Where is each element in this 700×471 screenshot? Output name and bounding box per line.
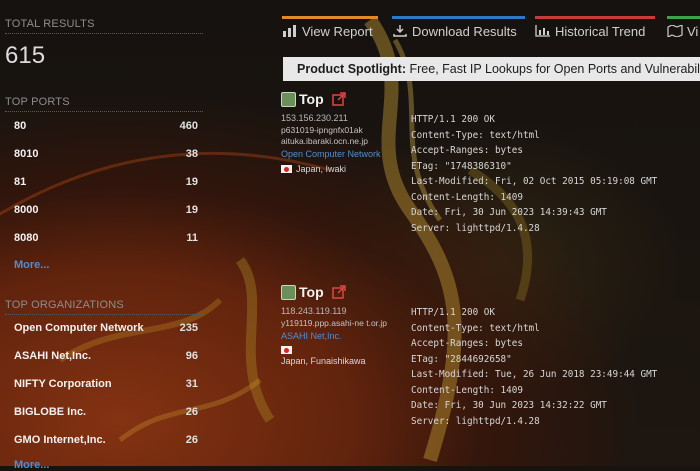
external-link-icon[interactable] xyxy=(332,92,346,106)
total-results-value: 615 xyxy=(5,42,45,70)
facet-port-8000[interactable]: 800019 xyxy=(14,204,198,222)
top-ports-title: TOP PORTS xyxy=(5,96,203,112)
facet-port-8010[interactable]: 801038 xyxy=(14,148,198,166)
ports-more-link[interactable]: More... xyxy=(14,259,49,271)
result-banner: HTTP/1.1 200 OK Content-Type: text/html … xyxy=(411,305,657,429)
download-icon xyxy=(392,25,408,37)
result-title[interactable]: Top xyxy=(299,91,324,107)
result-card: Top 153.156.230.211 p631019-ipngnfx01ak … xyxy=(281,91,391,174)
facet-org-asahi-net[interactable]: ASAHI Net,Inc.96 xyxy=(14,350,198,368)
tab-accent-bar xyxy=(667,16,700,19)
result-org-link[interactable]: ASAHI Net,Inc. xyxy=(281,331,391,342)
facet-port-80[interactable]: 80460 xyxy=(14,120,198,138)
facet-org-gmo-internet[interactable]: GMO Internet,Inc.26 xyxy=(14,434,198,452)
result-hostname: p631019-ipngnfx01ak aituka.ibaraki.ocn.n… xyxy=(281,125,391,147)
spotlight-label: Product Spotlight: xyxy=(297,62,406,76)
top-orgs-title: TOP ORGANIZATIONS xyxy=(5,299,203,315)
result-ip[interactable]: 153.156.230.211 xyxy=(281,113,391,123)
result-location: Japan, Iwaki xyxy=(281,164,391,174)
result-org-link[interactable]: Open Computer Network xyxy=(281,149,391,160)
facet-org-nifty[interactable]: NIFTY Corporation31 xyxy=(14,378,198,396)
japan-flag-icon xyxy=(281,346,292,354)
product-spotlight-banner[interactable]: Product Spotlight: Free, Fast IP Lookups… xyxy=(283,57,700,81)
favicon-icon xyxy=(281,285,296,300)
result-card: Top 118.243.119.119 y119119.ppp.asahi-ne… xyxy=(281,284,391,366)
tab-accent-bar xyxy=(392,16,525,19)
tab-accent-bar xyxy=(535,16,655,19)
line-chart-icon xyxy=(535,25,551,37)
tab-historical-trend[interactable]: Historical Trend xyxy=(535,16,655,52)
total-results-label: TOTAL RESULTS xyxy=(5,18,203,34)
result-banner: HTTP/1.1 200 OK Content-Type: text/html … xyxy=(411,112,657,236)
favicon-icon xyxy=(281,92,296,107)
orgs-more-link[interactable]: More... xyxy=(14,459,49,471)
spotlight-text: Free, Fast IP Lookups for Open Ports and… xyxy=(410,62,700,76)
tab-download-results[interactable]: Download Results xyxy=(392,16,525,52)
japan-flag-icon xyxy=(281,165,292,173)
result-location: Japan, Funaishikawa xyxy=(281,346,391,366)
map-icon xyxy=(667,25,683,37)
facet-org-biglobe[interactable]: BIGLOBE Inc.26 xyxy=(14,406,198,424)
result-ip[interactable]: 118.243.119.119 xyxy=(281,306,391,316)
facet-port-8080[interactable]: 808011 xyxy=(14,232,198,250)
facet-org-open-computer-network[interactable]: Open Computer Network235 xyxy=(14,322,198,340)
tab-accent-bar xyxy=(282,16,378,19)
tab-view-report[interactable]: View Report xyxy=(282,16,378,52)
result-title[interactable]: Top xyxy=(299,284,324,300)
tab-view-on-map[interactable]: Vi xyxy=(667,16,700,52)
facet-port-81[interactable]: 8119 xyxy=(14,176,198,194)
result-hostname: y119119.ppp.asahi-ne t.or.jp xyxy=(281,318,391,329)
external-link-icon[interactable] xyxy=(332,285,346,299)
bar-chart-icon xyxy=(282,25,298,37)
